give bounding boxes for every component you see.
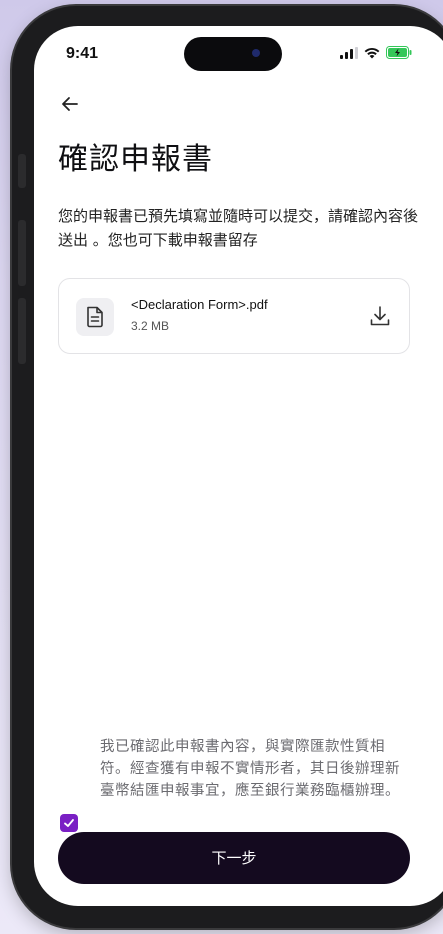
- camera-icon: [252, 49, 260, 57]
- status-icons: [340, 46, 412, 59]
- dynamic-island: [184, 37, 282, 71]
- document-icon: [87, 306, 103, 328]
- file-card[interactable]: <Declaration Form>.pdf 3.2 MB: [58, 278, 410, 354]
- file-name: <Declaration Form>.pdf: [131, 297, 268, 312]
- volume-up-button: [18, 220, 26, 286]
- check-icon: [64, 819, 74, 827]
- consent-text: 我已確認此申報書內容，與實際匯款性質相符。經查獲有申報不實情形者，其日後辦理新臺…: [100, 739, 400, 799]
- consent-section: 我已確認此申報書內容，與實際匯款性質相符。經查獲有申報不實情形者，其日後辦理新臺…: [58, 736, 410, 832]
- volume-down-button: [18, 298, 26, 364]
- app-screen: 9:41 確認申報書 您的申報書已預先填寫並隨時可以提交，請確認內容後送出 。您…: [34, 26, 443, 906]
- file-icon-container: [76, 298, 114, 336]
- consent-checkbox[interactable]: [60, 814, 78, 832]
- arrow-left-icon[interactable]: [58, 92, 82, 116]
- status-bar: 9:41: [34, 26, 443, 82]
- download-icon[interactable]: [369, 305, 391, 327]
- page-title: 確認申報書: [58, 142, 213, 177]
- status-time: 9:41: [66, 45, 99, 62]
- mute-switch: [18, 154, 26, 188]
- next-button[interactable]: 下一步: [58, 832, 410, 884]
- page-description: 您的申報書已預先填寫並隨時可以提交，請確認內容後送出 。您也可下載申報書留存: [58, 207, 419, 249]
- battery-charging-icon: [386, 46, 412, 59]
- wifi-icon: [364, 47, 380, 58]
- file-size: 3.2 MB: [131, 319, 170, 333]
- signal-icon: [340, 46, 358, 59]
